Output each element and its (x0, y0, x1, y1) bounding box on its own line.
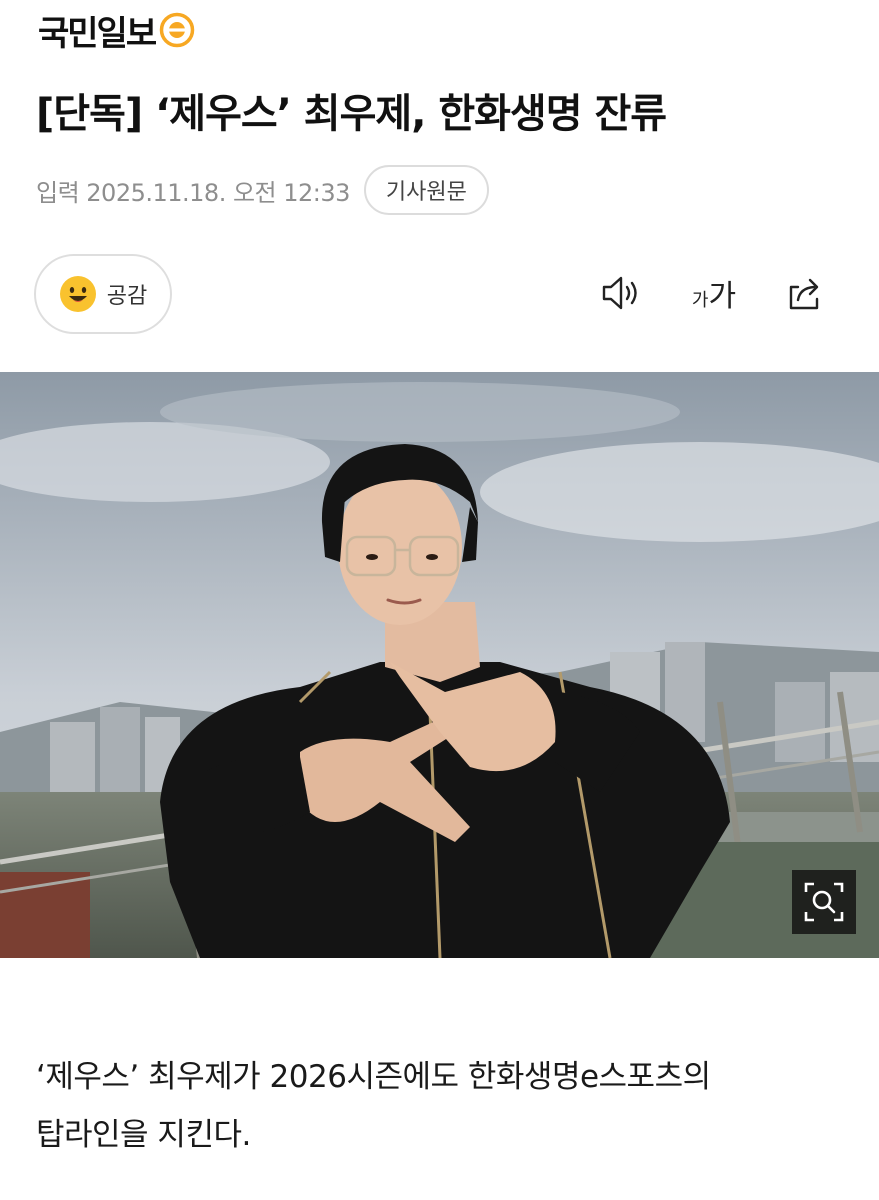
published-date: 입력 2025.11.18. 오전 12:33 (36, 178, 350, 207)
article-photo[interactable] (0, 372, 879, 958)
smile-emoji-icon (59, 276, 96, 312)
reaction-button[interactable]: 공감 (34, 254, 172, 334)
speaker-icon (602, 276, 637, 310)
reaction-label: 공감 (106, 284, 148, 309)
share-button[interactable] (780, 265, 830, 321)
font-size-small-glyph: 가 (691, 290, 709, 311)
article-body: ‘제우스’ 최우제가 2026시즌에도 한화생명e스포츠의 탑라인을 지킨다. (36, 1048, 856, 1164)
magnifier-zoom-icon (804, 882, 844, 922)
article-headline: [단독] ‘제우스’ 최우제, 한화생명 잔류 (36, 91, 667, 137)
font-size-large-glyph: 가 (708, 279, 737, 314)
photo-image (0, 372, 879, 958)
original-article-button[interactable]: 기사원문 (363, 165, 489, 215)
article-meta: 입력 2025.11.18. 오전 12:33 기사원문 (36, 163, 489, 217)
font-size-icon: 가가 (692, 271, 736, 315)
listen-button[interactable] (596, 265, 648, 321)
font-size-button[interactable]: 가가 (686, 265, 742, 321)
kukmin-circle-mark-icon (159, 12, 195, 48)
share-icon (789, 278, 819, 310)
article-body-line: 탑라인을 지킨다. (36, 1117, 251, 1153)
publisher-logo[interactable]: 국민일보 (38, 8, 195, 54)
publisher-name: 국민일보 (38, 13, 157, 54)
article-body-line: ‘제우스’ 최우제가 2026시즌에도 한화생명e스포츠의 (36, 1059, 711, 1095)
photo-zoom-button[interactable] (792, 870, 856, 934)
